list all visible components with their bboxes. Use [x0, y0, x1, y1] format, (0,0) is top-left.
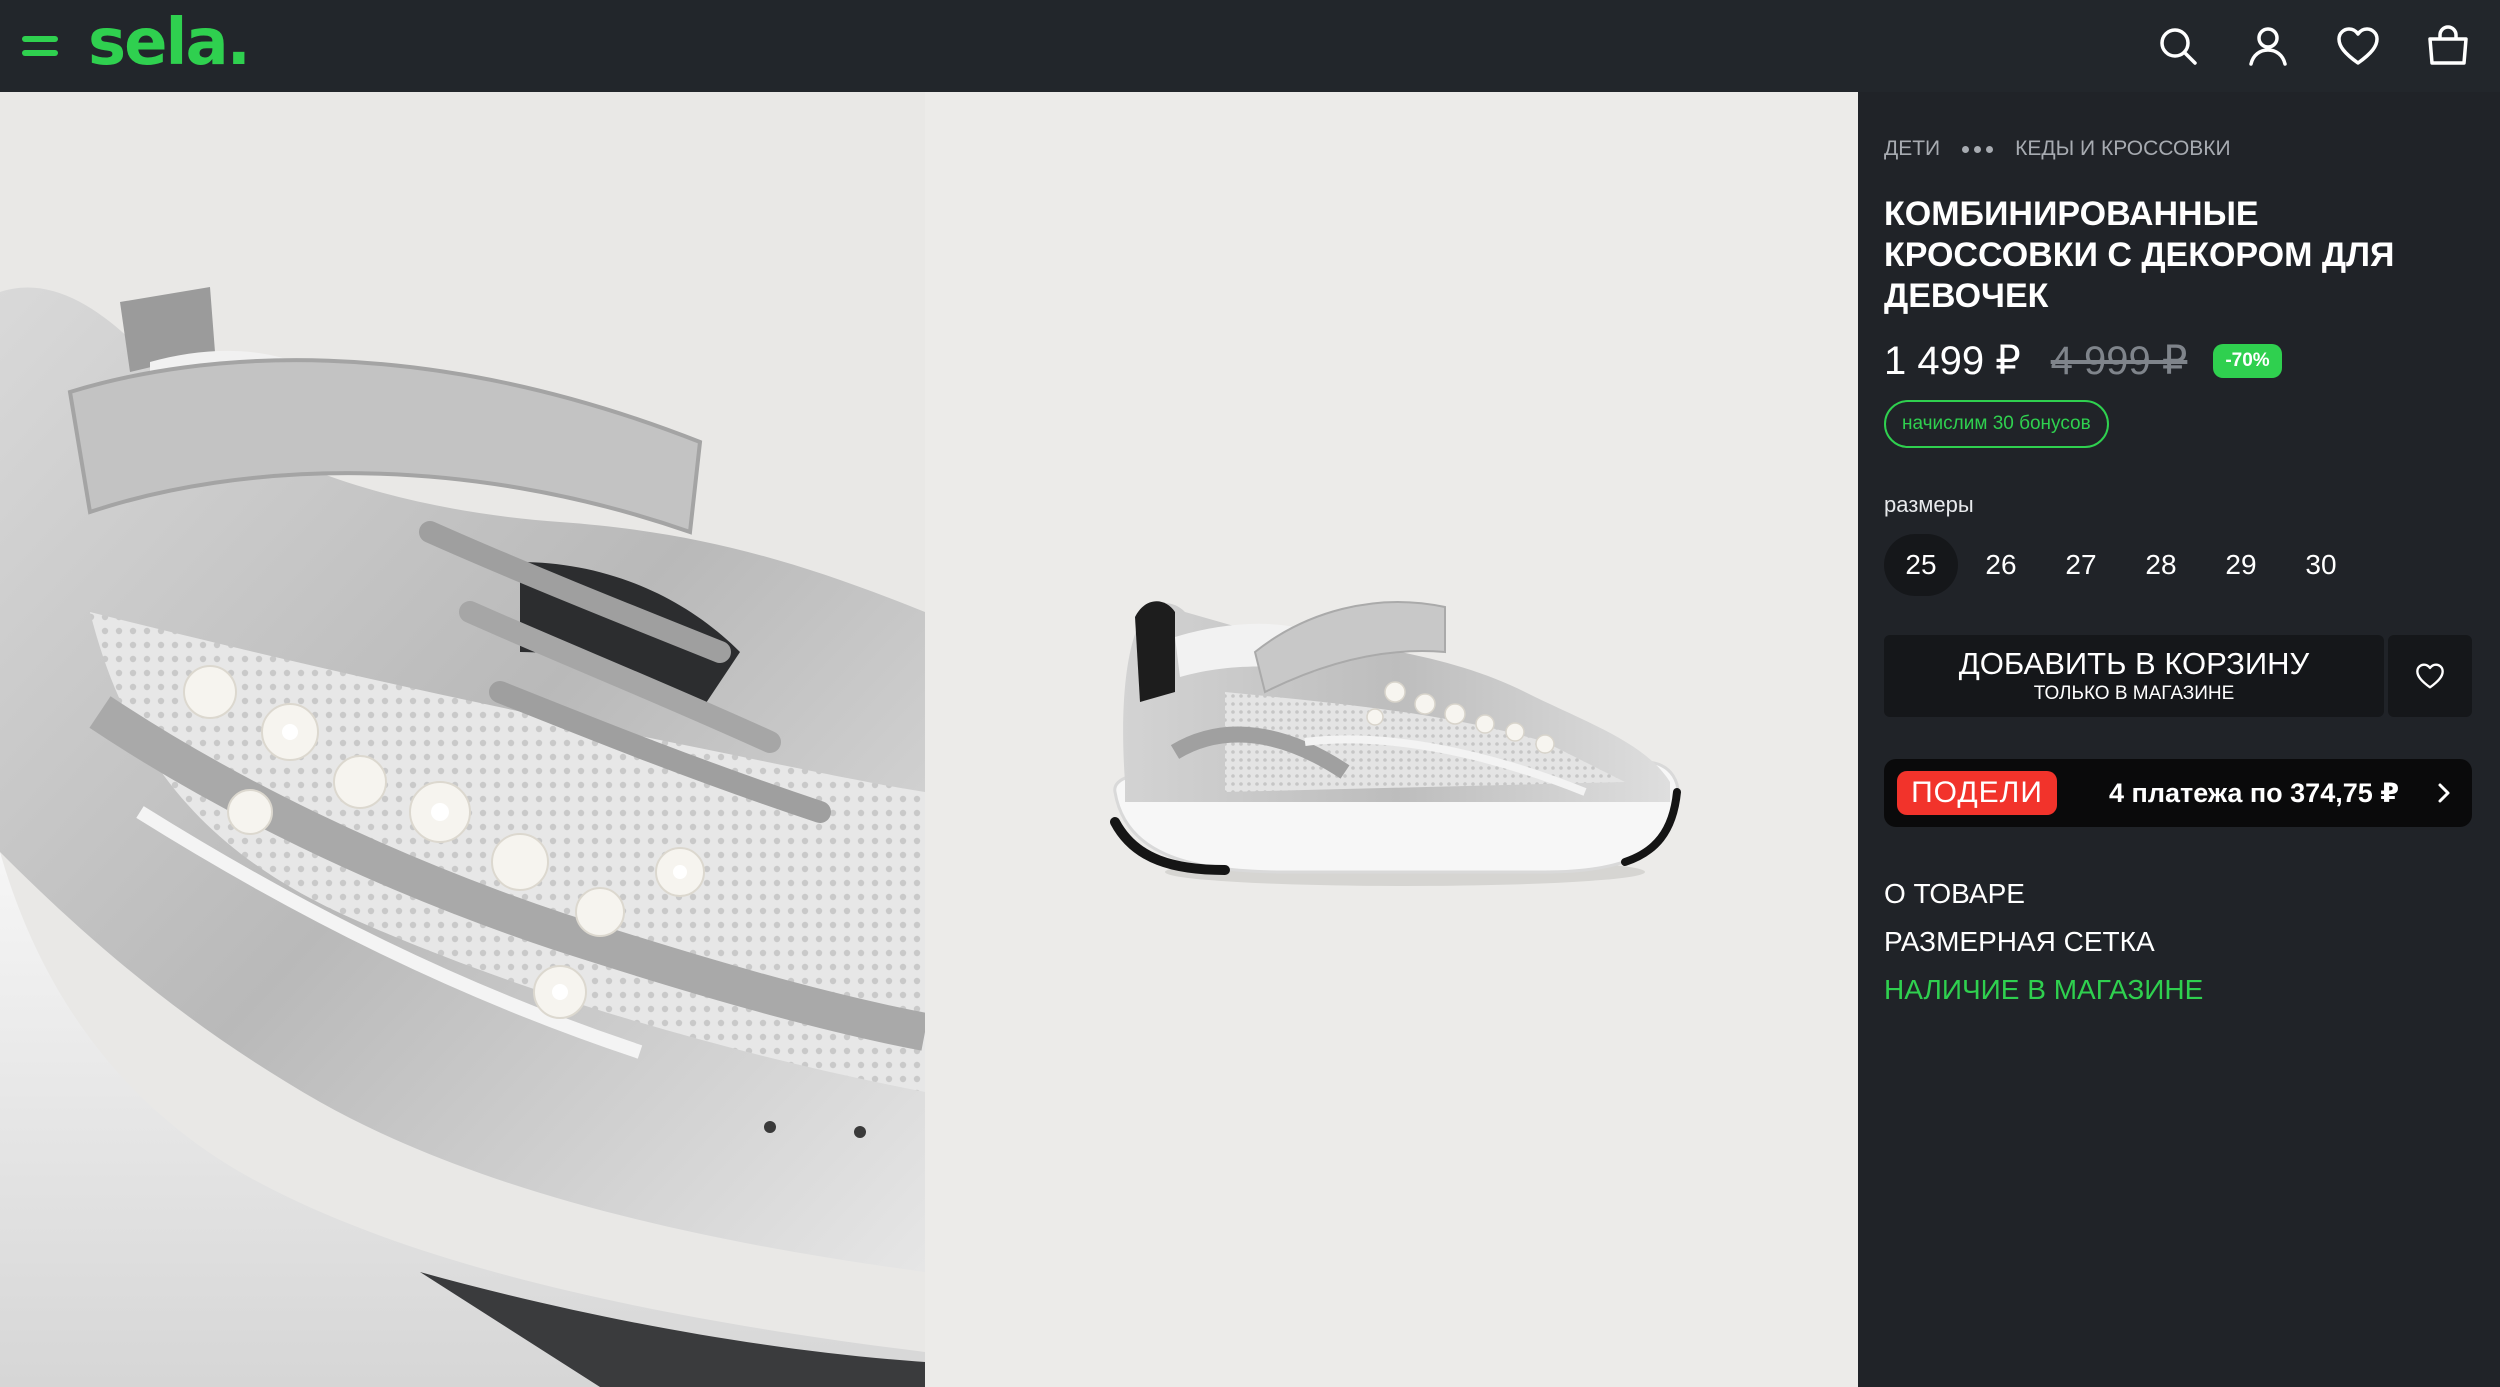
sela-logo[interactable]: sela. — [88, 8, 251, 78]
size-option[interactable]: 28 — [2124, 534, 2198, 596]
wishlist-button[interactable] — [2388, 635, 2472, 717]
bag-icon[interactable] — [2424, 22, 2472, 70]
sneaker-side-illustration — [1110, 601, 1681, 886]
menu-icon[interactable] — [22, 36, 58, 58]
product-image-side[interactable] — [925, 92, 1858, 1387]
breadcrumb-item-kids[interactable]: ДЕТИ — [1884, 137, 1940, 161]
add-to-cart-sublabel: ТОЛЬКО В МАГАЗИНЕ — [2033, 683, 2235, 704]
sneaker-closeup-illustration — [0, 287, 925, 1387]
store-availability-link[interactable]: НАЛИЧИЕ В МАГАЗИНЕ — [1884, 966, 2203, 1014]
product-links: О ТОВАРЕ РАЗМЕРНАЯ СЕТКА НАЛИЧИЕ В МАГАЗ… — [1884, 870, 2203, 1014]
price-row: 1 499 ₽ 4 999 ₽ -70% — [1884, 335, 2282, 387]
podeli-installment-banner[interactable]: ПОДЕЛИ 4 платежа по 374,75 ₽ — [1884, 759, 2472, 827]
product-title: КОМБИНИРОВАННЫЕ КРОССОВКИ С ДЕКОРОМ ДЛЯ … — [1884, 195, 2395, 315]
size-option[interactable]: 30 — [2284, 534, 2358, 596]
chevron-right-icon — [2438, 783, 2450, 803]
add-to-cart-button[interactable]: ДОБАВИТЬ В КОРЗИНУ ТОЛЬКО В МАГАЗИНЕ — [1884, 635, 2384, 717]
about-product-link[interactable]: О ТОВАРЕ — [1884, 870, 2203, 918]
sizes-label: размеры — [1884, 492, 1974, 517]
breadcrumb: ДЕТИ КЕДЫ И КРОССОВКИ — [1884, 134, 2231, 164]
product-info-panel: ДЕТИ КЕДЫ И КРОССОВКИ КОМБИНИРОВАННЫЕ КР… — [1858, 92, 2500, 1387]
breadcrumb-item-sneakers[interactable]: КЕДЫ И КРОССОВКИ — [2015, 137, 2230, 161]
account-icon[interactable] — [2244, 22, 2292, 70]
top-header: sela. — [0, 0, 2500, 92]
current-price: 1 499 ₽ — [1884, 339, 2021, 383]
podeli-text: 4 платежа по 374,75 ₽ — [2109, 778, 2400, 808]
breadcrumb-more-icon[interactable] — [1962, 145, 1994, 153]
product-image-closeup[interactable] — [0, 92, 925, 1387]
size-chart-link[interactable]: РАЗМЕРНАЯ СЕТКА — [1884, 918, 2203, 966]
discount-badge: -70% — [2213, 344, 2282, 378]
size-option[interactable]: 27 — [2044, 534, 2118, 596]
search-icon[interactable] — [2154, 22, 2202, 70]
heart-icon[interactable] — [2334, 22, 2382, 70]
podeli-logo: ПОДЕЛИ — [1897, 771, 2057, 815]
size-option[interactable]: 29 — [2204, 534, 2278, 596]
add-to-cart-label: ДОБАВИТЬ В КОРЗИНУ — [1958, 646, 2310, 681]
heart-icon — [2416, 663, 2444, 689]
size-option[interactable]: 25 — [1884, 534, 1958, 596]
bonus-badge: начислим 30 бонусов — [1884, 400, 2109, 448]
size-selector: 25 26 27 28 29 30 — [1884, 534, 2358, 596]
size-option[interactable]: 26 — [1964, 534, 2038, 596]
old-price: 4 999 ₽ — [2050, 339, 2188, 383]
